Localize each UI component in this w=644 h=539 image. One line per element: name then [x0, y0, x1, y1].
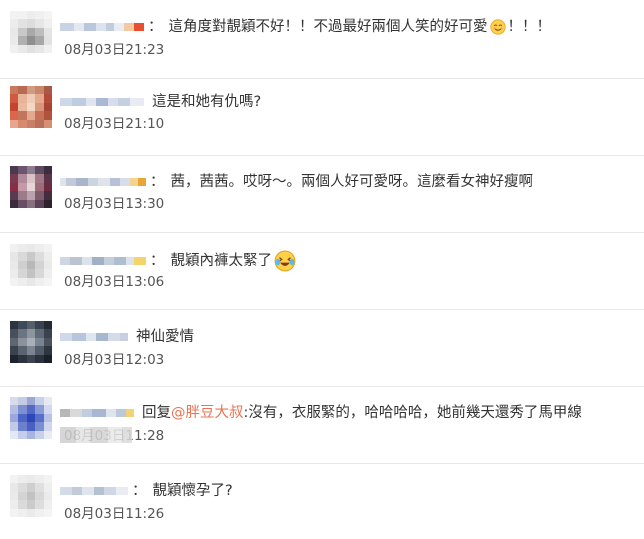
comment-text: 這是和她有仇嗎?	[152, 94, 262, 110]
comment-text-line: ： 靚穎內褲太緊了	[60, 250, 298, 272]
comment-text-line: 神仙愛情	[60, 327, 194, 347]
comment-item: ： 靚穎懷孕了? 08月03日11:26	[0, 464, 644, 539]
avatar[interactable]	[10, 166, 52, 208]
avatar[interactable]	[10, 86, 52, 128]
name-separator: ：	[150, 253, 165, 269]
comment-text-line: 回复@胖豆大叔:沒有，衣服緊的，哈哈哈哈，她前幾天還秀了馬甲線	[60, 403, 582, 423]
username-link[interactable]	[60, 175, 146, 189]
comment-text: 靚穎懷孕了?	[152, 483, 233, 499]
name-separator: ：	[148, 19, 163, 35]
reply-label: 回复	[142, 405, 171, 421]
comment-text-line: 這是和她有仇嗎?	[60, 92, 261, 112]
comment-item: 這是和她有仇嗎? 08月03日21:10	[0, 79, 644, 156]
avatar[interactable]	[10, 11, 52, 53]
username-link[interactable]	[60, 406, 134, 420]
comment-text-line: ： 茜，茜茜。哎呀～。兩個人好可愛呀。這麼看女神好瘦啊	[60, 172, 533, 192]
mention-link[interactable]: @胖豆大叔	[171, 403, 244, 423]
name-separator: ：	[132, 483, 147, 499]
comment-text: 茜，茜茜。哎呀～。兩個人好可愛呀。這麼看女神好瘦啊	[170, 174, 534, 190]
avatar[interactable]	[10, 321, 52, 363]
username-link[interactable]	[60, 95, 144, 109]
comment-timestamp: 08月03日11:26	[64, 506, 165, 522]
avatar[interactable]	[10, 244, 52, 286]
comment-item: ： 這角度對靚穎不好！！不過最好兩個人笑的好可愛 ！！！ 08月03日21:23	[0, 0, 644, 79]
comment-timestamp: 08月03日21:10	[64, 116, 165, 132]
comment-timestamp: 08月03日21:23	[64, 42, 165, 58]
avatar[interactable]	[10, 397, 52, 439]
avatar[interactable]	[10, 475, 52, 517]
comment-text: 靚穎內褲太緊了	[170, 253, 273, 269]
comment-timestamp: 08月03日12:03	[64, 352, 165, 368]
comment-text: 神仙愛情	[136, 329, 194, 345]
smile-emoji-icon	[489, 19, 506, 35]
comment-text: :沒有，衣服緊的，哈哈哈哈，她前幾天還秀了馬甲線	[243, 405, 582, 421]
username-link[interactable]	[60, 20, 144, 34]
comment-list: ： 這角度對靚穎不好！！不過最好兩個人笑的好可愛 ！！！ 08月03日21:23 這是和…	[0, 0, 644, 539]
comment-timestamp: 08月03日13:30	[64, 196, 165, 212]
name-separator: ：	[150, 174, 165, 190]
username-link[interactable]	[60, 254, 146, 268]
comment-text: 這角度對靚穎不好！！不過最好兩個人笑的好可愛	[168, 19, 488, 35]
comment-item: 回复@胖豆大叔:沒有，衣服緊的，哈哈哈哈，她前幾天還秀了馬甲線 08月03日11:…	[0, 387, 644, 464]
comment-text: ！！！	[507, 19, 552, 35]
comment-item: ： 茜，茜茜。哎呀～。兩個人好可愛呀。這麼看女神好瘦啊 08月03日13:30	[0, 156, 644, 233]
username-link[interactable]	[60, 484, 128, 498]
comment-item: ： 靚穎內褲太緊了 08月03日13:06	[0, 233, 644, 310]
comment-timestamp: 08月03日11:28	[64, 428, 165, 444]
comment-timestamp: 08月03日13:06	[64, 274, 165, 290]
username-link[interactable]	[60, 330, 128, 344]
laughing-tears-emoji-icon	[274, 250, 296, 272]
comment-text-line: ： 這角度對靚穎不好！！不過最好兩個人笑的好可愛 ！！！	[60, 17, 551, 37]
comment-item: 神仙愛情 08月03日12:03	[0, 310, 644, 387]
comment-text-line: ： 靚穎懷孕了?	[60, 481, 233, 501]
